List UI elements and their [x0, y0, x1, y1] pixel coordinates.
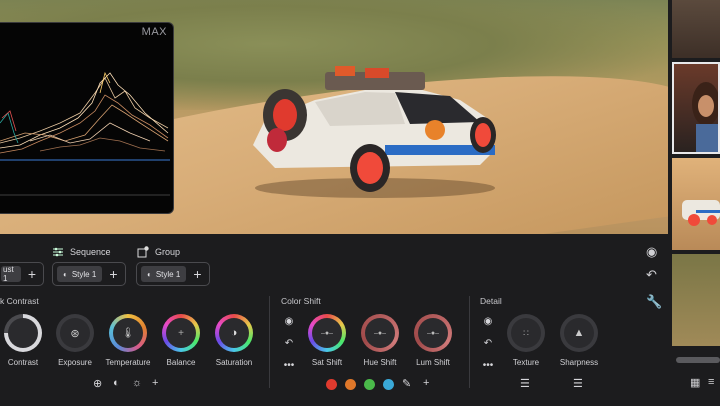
brightness-icon[interactable]: ☼ [132, 377, 142, 389]
adjust-style-picker[interactable]: ust 1 + [0, 262, 44, 286]
tab-group-label: Group [155, 247, 181, 257]
filmstrip-thumb[interactable] [672, 254, 720, 346]
sat-shift-knob[interactable]: –●– [308, 314, 346, 352]
sequence-style-chip[interactable]: ◐ Style 1 [57, 266, 103, 282]
eye-icon[interactable]: ◉ [646, 244, 657, 260]
adjust-style-chip[interactable]: ust 1 [1, 265, 21, 283]
contrast-section-title: k Contrast [0, 296, 39, 306]
sequence-style-label: Style 1 [71, 269, 97, 279]
wrench-icon[interactable]: 🔧 [646, 294, 662, 310]
detail-controls: ◉ ↶ ••• [480, 314, 496, 380]
filmstrip-thumb-selected[interactable] [672, 62, 720, 154]
filmstrip-thumb[interactable] [672, 158, 720, 250]
add-icon[interactable]: + [423, 377, 429, 389]
scope-max-label: MAX [141, 26, 167, 38]
detail-section-title: Detail [480, 296, 502, 306]
waveform-scope-panel: MAX [0, 22, 174, 214]
lum-shift-label: Lum Shift [416, 358, 450, 367]
add-icon[interactable]: + [152, 377, 158, 389]
list-view-icon[interactable]: ≡ [708, 376, 714, 388]
sharpness-knob[interactable]: ▲ [560, 314, 598, 352]
section-divider [469, 296, 470, 388]
group-style-label: Style 1 [155, 269, 181, 279]
section-divider [269, 296, 270, 388]
add-style-button[interactable]: + [21, 267, 43, 281]
globe-icon[interactable]: ⊕ [93, 377, 102, 390]
eye-icon[interactable]: ◉ [480, 314, 496, 336]
color-shift-section-title: Color Shift [281, 296, 321, 306]
undo-icon[interactable]: ↶ [281, 336, 297, 358]
orange-swatch[interactable] [345, 379, 356, 390]
red-swatch[interactable] [326, 379, 337, 390]
sharpness-label: Sharpness [559, 358, 599, 367]
cyan-swatch[interactable] [383, 379, 394, 390]
tab-sequence-label: Sequence [70, 247, 111, 257]
sliders-icon[interactable]: ☰ [573, 377, 583, 390]
sliders-icon[interactable]: ☰ [520, 377, 530, 390]
sequence-style-picker[interactable]: ◐ Style 1 + [52, 262, 126, 286]
sequence-icon [53, 247, 63, 257]
image-viewer: MAX [0, 0, 668, 234]
tab-sequence[interactable]: Sequence [52, 246, 111, 258]
filmstrip-thumb[interactable] [672, 0, 720, 58]
texture-knob[interactable]: ∷ [507, 314, 545, 352]
eye-icon[interactable]: ◉ [281, 314, 297, 336]
group-style-picker[interactable]: ◐ Style 1 + [136, 262, 210, 286]
undo-icon[interactable]: ↶ [480, 336, 496, 358]
group-icon [137, 246, 149, 258]
saturation-knob[interactable]: ◑ [215, 314, 253, 352]
contrast-icon[interactable]: ◐ [113, 377, 120, 389]
hue-shift-knob[interactable]: –●– [361, 314, 399, 352]
grid-view-icon[interactable]: ▦ [690, 376, 700, 389]
exposure-knob[interactable]: ⊛ [56, 314, 94, 352]
adjustment-panel: ◉ ↶ 🔧 Sequence Group ust 1 + ◐ Style 1 +… [0, 234, 668, 406]
green-swatch[interactable] [364, 379, 375, 390]
balance-knob[interactable]: + [162, 314, 200, 352]
filmstrip-scrollbar[interactable] [676, 357, 720, 363]
waveform-graph [0, 71, 170, 196]
contrast-knob[interactable] [4, 314, 42, 352]
style-icon: ◐ [147, 269, 152, 279]
group-style-chip[interactable]: ◐ Style 1 [141, 266, 187, 282]
color-shift-controls: ◉ ↶ ••• [281, 314, 297, 380]
tab-group[interactable]: Group [137, 246, 180, 258]
temperature-knob[interactable]: 🌡 [109, 314, 147, 352]
add-group-style-button[interactable]: + [186, 267, 208, 281]
saturation-label: Saturation [215, 358, 253, 367]
filmstrip: ▦ ≡ [672, 0, 720, 406]
lum-shift-knob[interactable]: –●– [414, 314, 452, 352]
add-sequence-style-button[interactable]: + [102, 267, 124, 281]
rally-car-image [253, 66, 496, 198]
style-icon: ◐ [63, 269, 68, 279]
eyedropper-icon[interactable]: ✎ [402, 377, 411, 390]
undo-icon[interactable]: ↶ [646, 267, 657, 283]
